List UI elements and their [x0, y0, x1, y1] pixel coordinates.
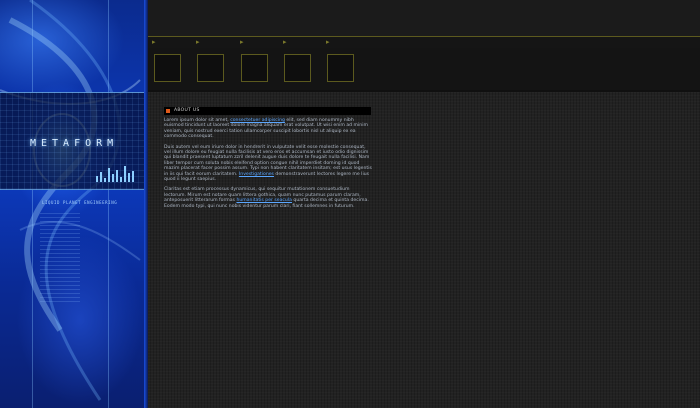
thumbnail-button[interactable]: [241, 54, 268, 82]
equalizer-graphic: [96, 164, 136, 182]
paragraph-2: Duis autem vel eum iriure dolor in hendr…: [164, 144, 372, 183]
nav-arrow-icon[interactable]: ▸: [283, 38, 287, 46]
paragraph-1: Lorem ipsum dolor sit amet, consectetuer…: [164, 118, 368, 140]
nav-arrow-icon[interactable]: ▸: [326, 38, 330, 46]
paragraph-3: Claritas est etiam processus dynamicus, …: [164, 187, 369, 209]
bullet-icon: [166, 109, 170, 113]
nav-arrow-icon[interactable]: ▸: [240, 38, 244, 46]
tagline: LIQUID PLANET ENGINEERING: [42, 200, 118, 205]
content-link[interactable]: humanitatis per seacula: [236, 198, 292, 203]
thumbnail-button[interactable]: [284, 54, 311, 82]
thumbnail-button[interactable]: [197, 54, 224, 82]
content-link[interactable]: Investigationes: [239, 172, 274, 177]
header-divider: [148, 90, 700, 92]
thumbnail-row: [148, 48, 700, 90]
logo-text: METAFORM: [30, 138, 119, 149]
section-header: About us: [164, 107, 371, 115]
nav-arrow-icon[interactable]: ▸: [152, 38, 156, 46]
grid-line: [32, 0, 33, 408]
thumbnail-button[interactable]: [154, 54, 181, 82]
thumbnail-button[interactable]: [327, 54, 354, 82]
content-body: Lorem ipsum dolor sit amet, consectetuer…: [164, 118, 372, 214]
side-banner: METAFORM LIQUID PLANET ENGINEERING: [0, 0, 148, 408]
code-texture: [40, 212, 80, 302]
page: METAFORM LIQUID PLANET ENGINEERING ▸ ▸ ▸…: [0, 0, 700, 408]
top-bar: [148, 0, 700, 36]
nav-arrow-icon[interactable]: ▸: [196, 38, 200, 46]
section-title: About us: [174, 108, 200, 113]
